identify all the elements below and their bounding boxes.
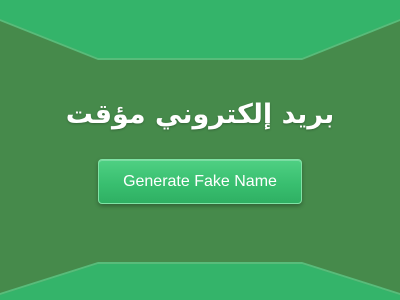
hero-title: بريد إلكتروني مؤقت <box>65 99 335 130</box>
generate-fake-name-button[interactable]: Generate Fake Name <box>98 159 302 204</box>
page-stage: بريد إلكتروني مؤقت Generate Fake Name <box>0 0 400 300</box>
bottom-banner-shape <box>0 262 400 300</box>
